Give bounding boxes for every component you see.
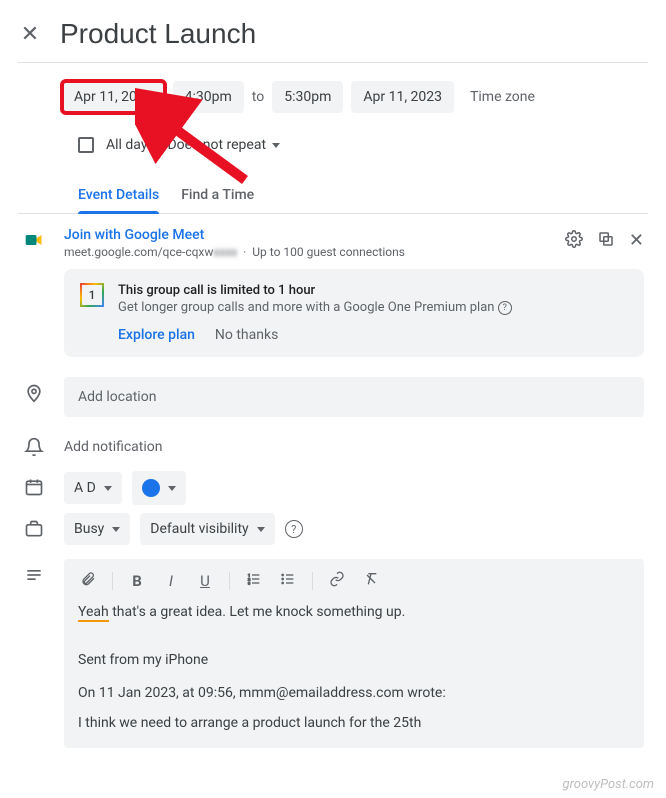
location-input[interactable]: Add location	[64, 377, 644, 417]
caret-down-icon	[272, 143, 280, 148]
svg-text:3: 3	[248, 580, 250, 585]
desc-line3: On 11 Jan 2023, at 09:56, mmm@emailaddre…	[78, 682, 630, 706]
calendar-icon	[22, 471, 46, 497]
start-time-chip[interactable]: 4:30pm	[173, 81, 244, 113]
caret-down-icon	[168, 486, 176, 491]
tab-event-details[interactable]: Event Details	[78, 177, 159, 213]
event-color-dropdown[interactable]	[132, 471, 186, 505]
event-title-input[interactable]	[60, 18, 648, 50]
desc-line1: that's a great idea. Let me knock someth…	[109, 604, 406, 620]
clear-formatting-button[interactable]	[361, 571, 381, 591]
desc-line4: I think we need to arrange a product lau…	[78, 712, 630, 736]
calendar-owner-dropdown[interactable]: A D	[64, 472, 122, 504]
meet-guests-info: Up to 100 guest connections	[252, 245, 405, 259]
description-icon	[22, 559, 46, 585]
bullet-list-button[interactable]	[278, 571, 298, 591]
repeat-dropdown[interactable]: Does not repeat	[159, 131, 288, 159]
meet-url: meet.google.com/qce-cqxw	[64, 245, 213, 259]
divider	[18, 62, 648, 63]
description-editor[interactable]: B I U 123 Yeah that's a great idea. Let …	[64, 559, 644, 748]
attachment-icon[interactable]	[78, 571, 98, 591]
google-one-banner: 1 This group call is limited to 1 hour G…	[64, 269, 644, 357]
banner-subtitle: Get longer group calls and more with a G…	[118, 300, 494, 315]
underline-button[interactable]: U	[195, 572, 215, 590]
color-dot	[142, 479, 160, 497]
meet-icon	[22, 224, 46, 250]
explore-plan-button[interactable]: Explore plan	[118, 327, 195, 343]
timezone-button[interactable]: Time zone	[470, 89, 535, 105]
availability-dropdown[interactable]: Busy	[64, 513, 130, 545]
desc-line2: Sent from my iPhone	[78, 649, 630, 673]
help-icon[interactable]: ?	[498, 301, 512, 315]
italic-button[interactable]: I	[161, 572, 181, 590]
location-icon	[22, 377, 46, 403]
banner-title: This group call is limited to 1 hour	[118, 283, 628, 298]
all-day-label: All day	[106, 137, 147, 153]
briefcase-icon	[22, 513, 46, 539]
close-icon[interactable]: ✕	[18, 22, 42, 47]
numbered-list-button[interactable]: 123	[244, 571, 264, 591]
start-date-chip[interactable]: Apr 11, 2023	[62, 81, 165, 113]
notification-icon	[22, 431, 46, 457]
join-meet-link[interactable]: Join with Google Meet	[64, 227, 204, 243]
end-time-chip[interactable]: 5:30pm	[272, 81, 343, 113]
no-thanks-button[interactable]: No thanks	[215, 327, 278, 343]
watermark: groovyPost.com	[563, 777, 654, 792]
desc-word-highlight: Yeah	[78, 604, 109, 622]
bold-button[interactable]: B	[127, 572, 147, 590]
link-button[interactable]	[327, 571, 347, 591]
add-notification-button[interactable]: Add notification	[64, 431, 644, 463]
caret-down-icon	[112, 527, 120, 532]
meet-settings-icon[interactable]	[565, 230, 583, 253]
caret-down-icon	[257, 527, 265, 532]
end-date-chip[interactable]: Apr 11, 2023	[351, 81, 454, 113]
caret-down-icon	[104, 486, 112, 491]
meet-copy-icon[interactable]	[597, 230, 615, 253]
meet-remove-icon[interactable]: ✕	[629, 230, 644, 253]
to-label: to	[252, 89, 264, 105]
all-day-checkbox[interactable]	[78, 137, 94, 153]
google-one-icon: 1	[80, 283, 104, 307]
visibility-dropdown[interactable]: Default visibility	[140, 513, 274, 545]
visibility-help-icon[interactable]: ?	[285, 520, 303, 538]
tab-find-a-time[interactable]: Find a Time	[181, 177, 254, 213]
